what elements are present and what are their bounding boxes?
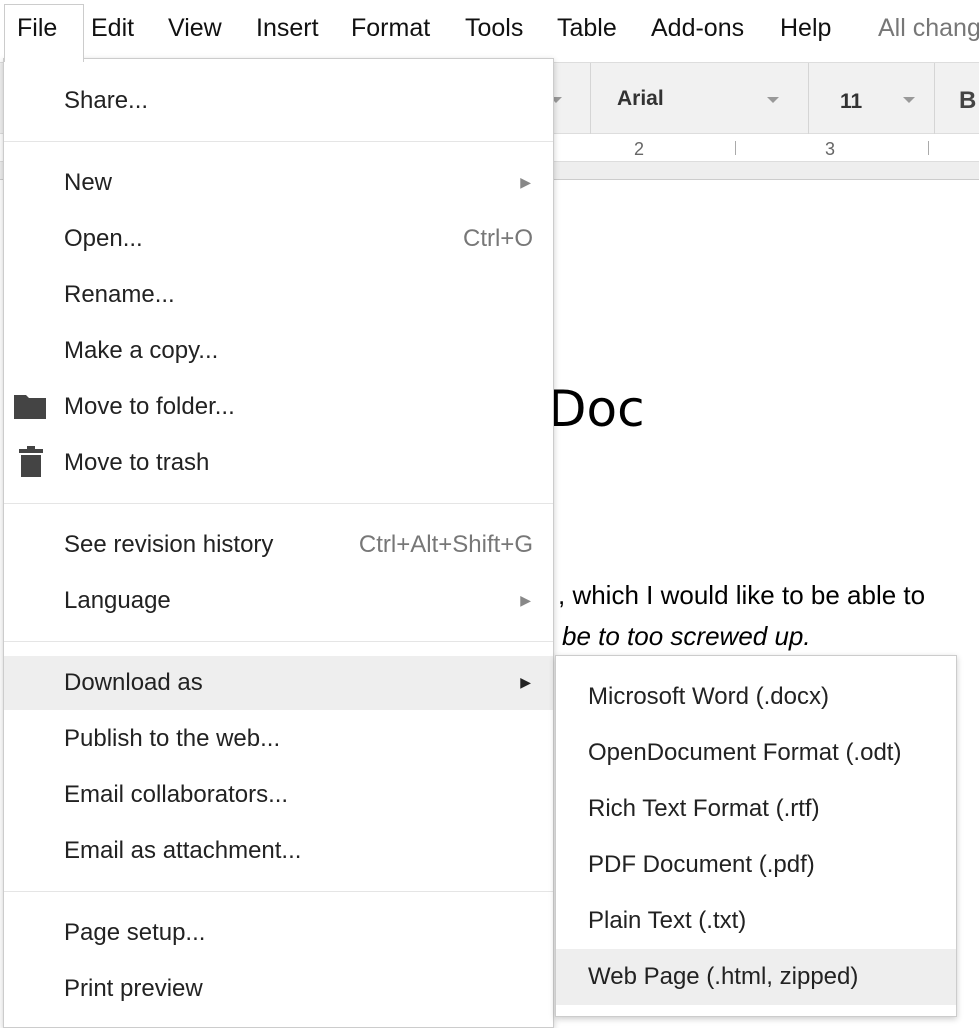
menu-view[interactable]: View: [168, 14, 222, 43]
trash-icon: [19, 446, 43, 477]
label: Rename...: [64, 281, 175, 308]
label: Move to trash: [64, 449, 210, 476]
label: Microsoft Word (.docx): [588, 683, 829, 710]
label: Web Page (.html, zipped): [588, 963, 859, 990]
shortcut: Ctrl+Alt+Shift+G: [358, 531, 533, 558]
download-pdf[interactable]: PDF Document (.pdf): [556, 837, 956, 893]
font-size: 11: [840, 90, 863, 113]
menu-item-share[interactable]: Share...: [4, 74, 553, 128]
divider: [808, 63, 809, 135]
menu-item-revision-history[interactable]: See revision history Ctrl+Alt+Shift+G: [4, 518, 553, 572]
label: Email collaborators...: [64, 781, 289, 808]
download-rtf[interactable]: Rich Text Format (.rtf): [556, 781, 956, 837]
ruler-label: 2: [634, 139, 645, 159]
menu-item-email-attachment[interactable]: Email as attachment...: [4, 824, 553, 878]
label: Language: [64, 587, 171, 614]
file-menu: Share... New ▶ Open... Ctrl+O Rename... Ma…: [3, 58, 554, 1028]
menu-divider: [4, 503, 553, 504]
triangle-right-icon: ▶: [520, 174, 531, 190]
menu-format[interactable]: Format: [351, 14, 430, 43]
divider: [934, 63, 935, 135]
download-as-submenu: Microsoft Word (.docx) OpenDocument Form…: [555, 655, 957, 1017]
menu-item-open[interactable]: Open... Ctrl+O: [4, 212, 553, 266]
label: Rich Text Format (.rtf): [588, 795, 820, 822]
menu-help[interactable]: Help: [780, 14, 831, 43]
menu-item-language[interactable]: Language ▶: [4, 574, 553, 628]
menu-item-publish[interactable]: Publish to the web...: [4, 712, 553, 766]
font-name: Arial: [617, 87, 664, 110]
ruler-tick: [735, 141, 736, 155]
download-txt[interactable]: Plain Text (.txt): [556, 893, 956, 949]
menu-item-page-setup[interactable]: Page setup...: [4, 906, 553, 960]
label: See revision history: [64, 531, 274, 558]
menu-file[interactable]: File: [17, 14, 57, 43]
label: Email as attachment...: [64, 837, 302, 864]
triangle-right-icon: ▶: [520, 592, 531, 608]
download-odt[interactable]: OpenDocument Format (.odt): [556, 725, 956, 781]
chevron-down-icon: [903, 97, 915, 103]
folder-icon: [14, 395, 46, 419]
document-title: Doc: [548, 380, 645, 438]
menu-item-new[interactable]: New ▶: [4, 156, 553, 210]
menu-item-move-to-folder[interactable]: Move to folder...: [4, 380, 553, 434]
chevron-down-icon: [767, 97, 779, 103]
label: Share...: [64, 87, 149, 114]
label: Plain Text (.txt): [588, 907, 747, 934]
menu-divider: [4, 141, 553, 142]
menu-divider: [4, 641, 553, 642]
ruler-label: 3: [825, 139, 836, 159]
menu-edit[interactable]: Edit: [91, 14, 134, 43]
menu-divider: [4, 891, 553, 892]
label: New: [64, 169, 113, 196]
menu-item-make-copy[interactable]: Make a copy...: [4, 324, 553, 378]
divider: [590, 63, 591, 135]
download-docx[interactable]: Microsoft Word (.docx): [556, 669, 956, 725]
menu-item-rename[interactable]: Rename...: [4, 268, 553, 322]
label: Page setup...: [64, 919, 206, 946]
menu-item-move-to-trash[interactable]: Move to trash: [4, 436, 553, 490]
menu-tools[interactable]: Tools: [465, 14, 523, 43]
label: Make a copy...: [64, 337, 219, 364]
menu-table[interactable]: Table: [557, 14, 617, 43]
menu-addons[interactable]: Add-ons: [651, 14, 744, 43]
menu-item-print-preview[interactable]: Print preview: [4, 962, 553, 1016]
download-html[interactable]: Web Page (.html, zipped): [556, 949, 956, 1005]
label: Move to folder...: [64, 393, 235, 420]
label: PDF Document (.pdf): [588, 851, 815, 878]
shortcut: Ctrl+O: [462, 225, 533, 252]
triangle-right-icon: ▶: [520, 674, 531, 690]
menu-item-email-collaborators[interactable]: Email collaborators...: [4, 768, 553, 822]
document-text-line: , which I would like to be able to: [558, 580, 926, 610]
label: Open...: [64, 225, 143, 252]
bold-button[interactable]: B: [959, 87, 976, 115]
menu-bar: File Edit View Insert Format Tools Table…: [0, 0, 979, 62]
document-text-line: be to too screwed up.: [562, 621, 811, 651]
label: Print preview: [64, 975, 203, 1002]
label: OpenDocument Format (.odt): [588, 739, 902, 766]
label: Publish to the web...: [64, 725, 281, 752]
save-status[interactable]: All chang: [878, 14, 979, 43]
ruler-tick: [928, 141, 929, 155]
menu-item-download-as[interactable]: Download as ▶: [4, 656, 553, 710]
label: Download as: [64, 669, 203, 696]
menu-insert[interactable]: Insert: [256, 14, 319, 43]
